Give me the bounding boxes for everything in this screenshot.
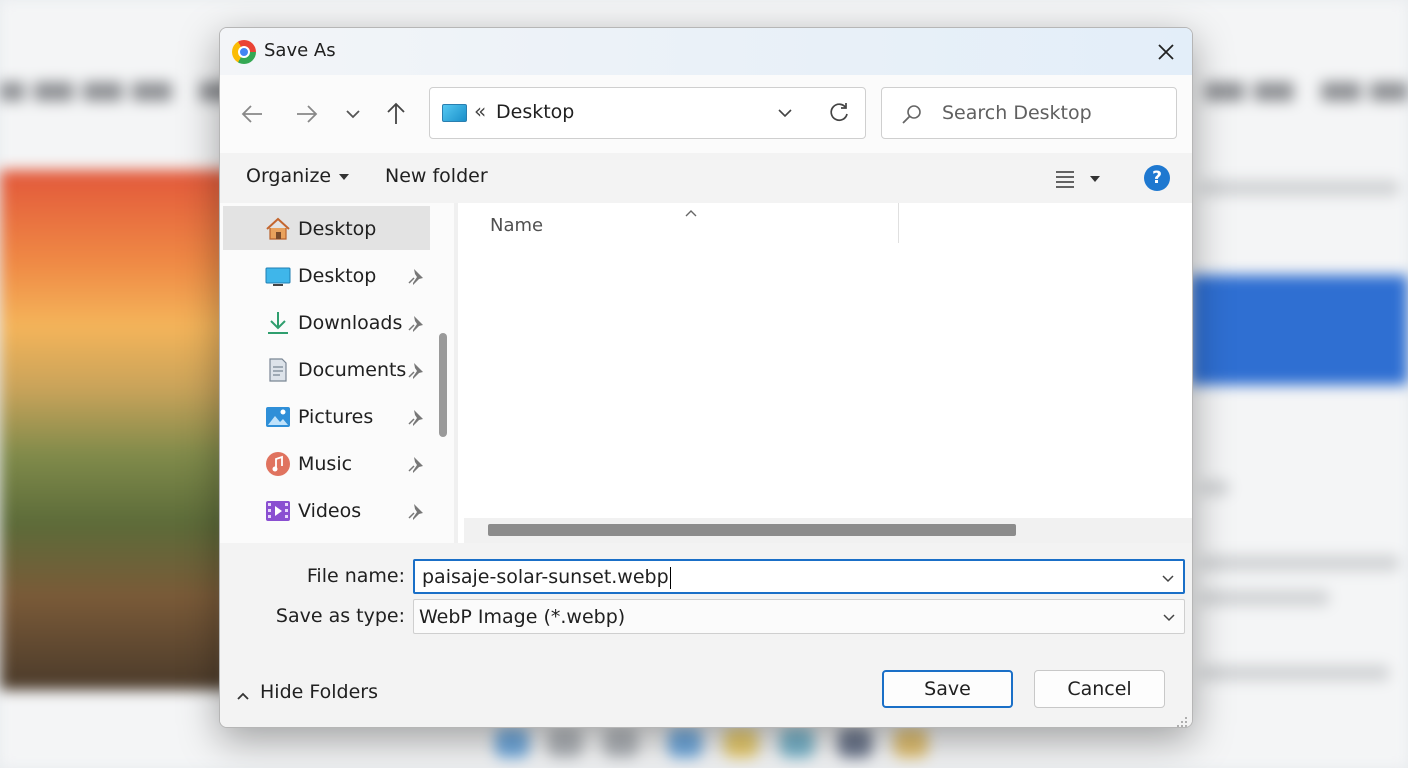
organize-label: Organize xyxy=(246,165,332,187)
address-bar[interactable]: « Desktop xyxy=(429,87,866,139)
sidebar-item-desktop-home[interactable]: Desktop xyxy=(223,206,430,250)
save-as-dialog: Save As « Desktop Search Desktop Organiz… xyxy=(219,27,1193,728)
chevron-down-icon xyxy=(778,109,792,118)
caret-down-icon xyxy=(339,173,350,180)
cancel-button[interactable]: Cancel xyxy=(1034,670,1165,708)
sidebar-item-label: Desktop xyxy=(298,265,377,287)
pin-icon xyxy=(407,502,425,520)
forward-button[interactable] xyxy=(293,101,319,127)
chevron-down-icon xyxy=(1162,575,1174,583)
document-icon xyxy=(265,357,291,383)
download-icon xyxy=(265,310,291,336)
pin-icon xyxy=(407,314,425,332)
sidebar-item-label: Pictures xyxy=(298,406,374,428)
breadcrumb-desktop[interactable]: Desktop xyxy=(496,101,574,123)
search-icon xyxy=(900,102,924,126)
pin-icon xyxy=(407,267,425,285)
sidebar-item-documents[interactable]: Documents xyxy=(223,347,430,391)
chevron-down-icon xyxy=(346,110,360,119)
new-folder-button[interactable]: New folder xyxy=(385,165,488,187)
back-button[interactable] xyxy=(240,101,266,127)
organize-button[interactable]: Organize xyxy=(246,165,350,187)
sidebar-item-label: Downloads xyxy=(298,312,403,334)
close-icon xyxy=(1158,44,1174,60)
pin-icon xyxy=(407,361,425,379)
save-form: File name: paisaje-solar-sunset.webp Sav… xyxy=(220,543,1192,727)
save-type-select[interactable]: WebP Image (*.webp) xyxy=(413,599,1185,634)
refresh-button[interactable] xyxy=(826,100,852,126)
navigation-bar: « Desktop Search Desktop xyxy=(220,75,1192,153)
file-name-field[interactable]: paisaje-solar-sunset.webp xyxy=(413,559,1185,594)
save-type-value: WebP Image (*.webp) xyxy=(419,606,626,628)
arrow-up-icon xyxy=(387,102,405,124)
list-view-icon xyxy=(1056,171,1100,188)
view-options-button[interactable] xyxy=(1052,167,1112,191)
save-type-dropdown-button[interactable] xyxy=(1160,608,1178,626)
recent-locations-button[interactable] xyxy=(340,101,366,127)
search-placeholder: Search Desktop xyxy=(942,102,1092,124)
monitor-icon xyxy=(442,104,467,122)
sidebar-item-downloads[interactable]: Downloads xyxy=(223,300,430,344)
breadcrumb-separator: « xyxy=(474,99,487,123)
navigation-pane-scrollbar[interactable] xyxy=(439,333,447,437)
file-name-dropdown-button[interactable] xyxy=(1159,569,1177,587)
chevron-down-icon xyxy=(1163,614,1175,622)
arrow-left-icon xyxy=(241,105,262,123)
save-type-label: Save as type: xyxy=(275,605,405,627)
dialog-title: Save As xyxy=(264,40,336,61)
text-cursor xyxy=(669,566,671,589)
sidebar-item-label: Documents xyxy=(298,359,407,381)
videos-icon xyxy=(265,498,291,524)
file-name-label: File name: xyxy=(306,565,405,587)
file-name-value: paisaje-solar-sunset.webp xyxy=(422,566,671,589)
pin-icon xyxy=(407,455,425,473)
hide-folders-button[interactable]: Hide Folders xyxy=(236,681,378,703)
sidebar-item-music[interactable]: Music xyxy=(223,441,430,485)
help-button[interactable]: ? xyxy=(1144,165,1170,191)
home-icon xyxy=(265,216,291,242)
search-box[interactable]: Search Desktop xyxy=(881,87,1177,139)
command-bar: Organize New folder ? xyxy=(220,153,1192,203)
sort-ascending-icon xyxy=(684,203,698,217)
pin-icon xyxy=(407,408,425,426)
sidebar-item-desktop[interactable]: Desktop xyxy=(223,253,430,297)
navigation-pane: Desktop Desktop Downloads Documents Pict… xyxy=(220,203,454,543)
pictures-icon xyxy=(265,404,291,430)
file-list[interactable]: Name xyxy=(458,203,1192,543)
monitor-icon xyxy=(265,263,291,289)
address-dropdown-button[interactable] xyxy=(774,102,796,124)
chrome-icon xyxy=(232,40,256,64)
music-icon xyxy=(265,451,291,477)
save-button[interactable]: Save xyxy=(882,670,1013,708)
title-bar: Save As xyxy=(220,28,1192,75)
column-header-name[interactable]: Name xyxy=(490,215,543,236)
sidebar-item-label: Videos xyxy=(298,500,362,522)
sidebar-item-pictures[interactable]: Pictures xyxy=(223,394,430,438)
up-button[interactable] xyxy=(383,101,409,127)
resize-grip-icon[interactable] xyxy=(1176,713,1188,727)
sidebar-item-label: Desktop xyxy=(298,218,377,240)
horizontal-scrollbar-thumb[interactable] xyxy=(488,524,1016,536)
column-separator[interactable] xyxy=(898,203,899,243)
sidebar-item-label: Music xyxy=(298,453,353,475)
arrow-right-icon xyxy=(297,105,318,123)
sidebar-item-videos[interactable]: Videos xyxy=(223,488,430,532)
chevron-up-icon xyxy=(236,686,250,700)
close-button[interactable] xyxy=(1150,36,1182,68)
refresh-icon xyxy=(830,103,848,122)
hide-folders-label: Hide Folders xyxy=(260,681,378,703)
